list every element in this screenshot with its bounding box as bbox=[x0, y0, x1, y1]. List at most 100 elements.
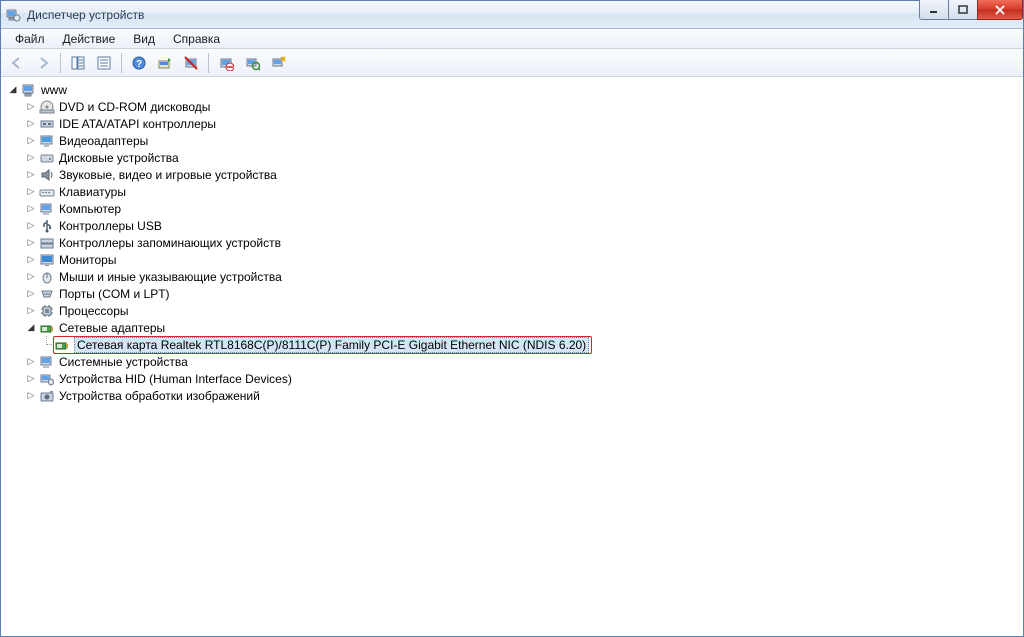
tree-node-label: IDE ATA/ATAPI контроллеры bbox=[59, 117, 216, 131]
tree-node-video[interactable]: ▷ Видеоадаптеры bbox=[3, 132, 1021, 149]
system-device-icon bbox=[39, 354, 55, 370]
keyboard-icon bbox=[39, 184, 55, 200]
menu-file[interactable]: Файл bbox=[7, 30, 53, 48]
device-manager-app-icon bbox=[5, 7, 21, 23]
storage-controller-icon bbox=[39, 235, 55, 251]
toolbar-separator bbox=[208, 53, 209, 73]
tree-node-label: Мыши и иные указывающие устройства bbox=[59, 270, 282, 284]
expand-icon[interactable]: ▷ bbox=[25, 288, 37, 300]
tree-node-cpu[interactable]: ▷ Процессоры bbox=[3, 302, 1021, 319]
monitor-icon bbox=[39, 252, 55, 268]
expand-icon[interactable]: ▷ bbox=[25, 373, 37, 385]
hid-icon bbox=[39, 371, 55, 387]
expand-icon[interactable]: ▷ bbox=[25, 356, 37, 368]
tree-node-hid[interactable]: ▷ Устройства HID (Human Interface Device… bbox=[3, 370, 1021, 387]
tree-node-network[interactable]: ◢ Сетевые адаптеры bbox=[3, 319, 1021, 336]
computer-category-icon bbox=[39, 201, 55, 217]
network-adapter-icon bbox=[39, 320, 55, 336]
window-controls bbox=[920, 0, 1023, 20]
expand-icon[interactable]: ▷ bbox=[25, 135, 37, 147]
tree-node-imaging[interactable]: ▷ Устройства обработки изображений bbox=[3, 387, 1021, 404]
menu-help[interactable]: Справка bbox=[165, 30, 228, 48]
tree-node-system[interactable]: ▷ Системные устройства bbox=[3, 353, 1021, 370]
tree-node-label: Порты (COM и LPT) bbox=[59, 287, 170, 301]
expand-icon[interactable]: ▷ bbox=[25, 237, 37, 249]
menu-action[interactable]: Действие bbox=[55, 30, 124, 48]
expand-icon[interactable]: ▷ bbox=[25, 271, 37, 283]
toolbar-properties-button[interactable] bbox=[92, 51, 116, 75]
expand-icon[interactable]: ▷ bbox=[25, 203, 37, 215]
tree-node-monitor[interactable]: ▷ Мониторы bbox=[3, 251, 1021, 268]
tree-node-label: Мониторы bbox=[59, 253, 116, 267]
processor-icon bbox=[39, 303, 55, 319]
tree-node-label: Клавиатуры bbox=[59, 185, 126, 199]
tree-node-label: Контроллеры USB bbox=[59, 219, 162, 233]
tree-node-sound[interactable]: ▷ Звуковые, видео и игровые устройства bbox=[3, 166, 1021, 183]
tree-node-label: DVD и CD-ROM дисководы bbox=[59, 100, 210, 114]
collapse-icon[interactable]: ◢ bbox=[7, 84, 19, 96]
ports-icon bbox=[39, 286, 55, 302]
tree-node-disk[interactable]: ▷ Дисковые устройства bbox=[3, 149, 1021, 166]
usb-icon bbox=[39, 218, 55, 234]
tree-node-label: Контроллеры запоминающих устройств bbox=[59, 236, 281, 250]
toolbar-separator bbox=[121, 53, 122, 73]
display-adapter-icon bbox=[39, 133, 55, 149]
toolbar-help-button[interactable]: ? bbox=[127, 51, 151, 75]
expand-icon[interactable]: ▷ bbox=[25, 390, 37, 402]
tree-node-nic[interactable]: Сетевая карта Realtek RTL8168C(P)/8111C(… bbox=[3, 336, 1021, 353]
imaging-device-icon bbox=[39, 388, 55, 404]
expand-icon[interactable]: ▷ bbox=[25, 101, 37, 113]
tree-node-usb[interactable]: ▷ Контроллеры USB bbox=[3, 217, 1021, 234]
tree-node-mouse[interactable]: ▷ Мыши и иные указывающие устройства bbox=[3, 268, 1021, 285]
toolbar-back-button[interactable] bbox=[5, 51, 29, 75]
tree-node-keyboard[interactable]: ▷ Клавиатуры bbox=[3, 183, 1021, 200]
expand-icon[interactable]: ▷ bbox=[25, 305, 37, 317]
toolbar-show-hide-tree-button[interactable] bbox=[66, 51, 90, 75]
expand-icon[interactable]: ▷ bbox=[25, 118, 37, 130]
sound-icon bbox=[39, 167, 55, 183]
tree-node-label: Устройства обработки изображений bbox=[59, 389, 260, 403]
toolbar-disable-button[interactable] bbox=[214, 51, 238, 75]
tree-node-label: Дисковые устройства bbox=[59, 151, 179, 165]
computer-icon bbox=[21, 82, 37, 98]
svg-text:?: ? bbox=[136, 59, 142, 70]
toolbar-scan-hardware-button[interactable] bbox=[240, 51, 264, 75]
minimize-button[interactable] bbox=[919, 0, 949, 20]
expand-icon[interactable]: ▷ bbox=[25, 220, 37, 232]
tree-node-label: Системные устройства bbox=[59, 355, 188, 369]
menubar: Файл Действие Вид Справка bbox=[1, 29, 1023, 49]
dvd-drive-icon bbox=[39, 99, 55, 115]
expand-icon[interactable]: ▷ bbox=[25, 254, 37, 266]
tree-root-node[interactable]: ◢ www bbox=[3, 81, 1021, 98]
tree-node-label: Компьютер bbox=[59, 202, 121, 216]
tree-node-ide[interactable]: ▷ IDE ATA/ATAPI контроллеры bbox=[3, 115, 1021, 132]
tree-node-label: Сетевые адаптеры bbox=[59, 321, 165, 335]
toolbar-add-legacy-button[interactable] bbox=[266, 51, 290, 75]
expand-icon[interactable]: ▷ bbox=[25, 186, 37, 198]
tree-node-computer[interactable]: ▷ Компьютер bbox=[3, 200, 1021, 217]
collapse-icon[interactable]: ◢ bbox=[25, 322, 37, 334]
maximize-button[interactable] bbox=[948, 0, 978, 20]
expand-icon[interactable]: ▷ bbox=[25, 152, 37, 164]
tree-node-label-selected: Сетевая карта Realtek RTL8168C(P)/8111C(… bbox=[74, 337, 589, 353]
device-tree[interactable]: ◢ www ▷ DVD и CD-ROM дисководы ▷ IDE ATA… bbox=[1, 77, 1023, 408]
tree-node-dvd[interactable]: ▷ DVD и CD-ROM дисководы bbox=[3, 98, 1021, 115]
tree-node-storage[interactable]: ▷ Контроллеры запоминающих устройств bbox=[3, 234, 1021, 251]
toolbar-uninstall-button[interactable] bbox=[179, 51, 203, 75]
tree-node-label: Звуковые, видео и игровые устройства bbox=[59, 168, 277, 182]
tree-node-label: Видеоадаптеры bbox=[59, 134, 148, 148]
tree-connector bbox=[41, 336, 53, 353]
menu-view[interactable]: Вид bbox=[125, 30, 163, 48]
tree-node-ports[interactable]: ▷ Порты (COM и LPT) bbox=[3, 285, 1021, 302]
titlebar: Диспетчер устройств bbox=[1, 1, 1023, 29]
toolbar-forward-button[interactable] bbox=[31, 51, 55, 75]
tree-node-label: Устройства HID (Human Interface Devices) bbox=[59, 372, 292, 386]
close-button[interactable] bbox=[977, 0, 1023, 20]
window-title: Диспетчер устройств bbox=[27, 8, 144, 22]
tree-root-label: www bbox=[41, 83, 67, 97]
toolbar-separator bbox=[60, 53, 61, 73]
expand-icon[interactable]: ▷ bbox=[25, 169, 37, 181]
ide-controller-icon bbox=[39, 116, 55, 132]
toolbar-update-driver-button[interactable] bbox=[153, 51, 177, 75]
tree-node-label: Процессоры bbox=[59, 304, 129, 318]
